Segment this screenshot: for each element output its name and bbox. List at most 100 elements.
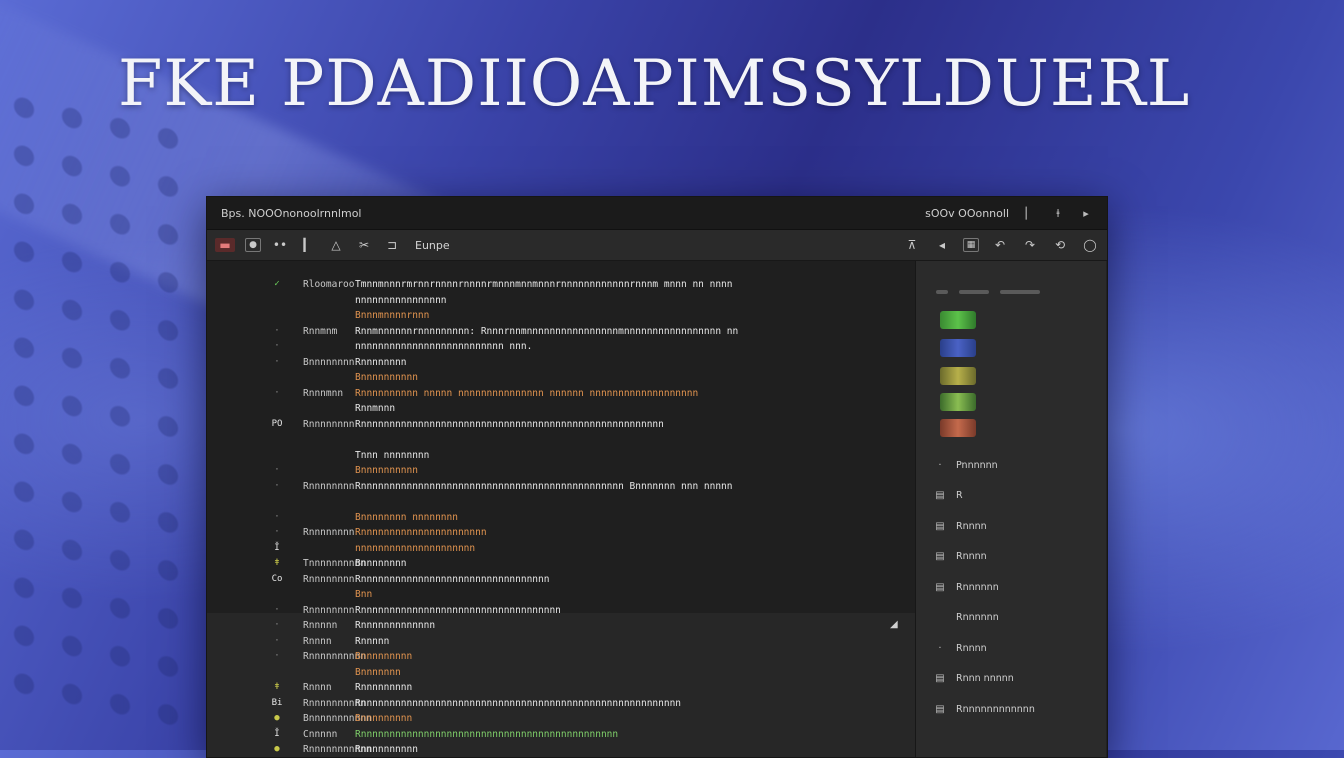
editor-line[interactable]: Bi Rnnnnnnnnnn Rnnnnnnnnnnnnnnnnnnnnnnnnnn… — [207, 698, 915, 712]
sidebar-thumbnail[interactable] — [940, 419, 976, 437]
undo-icon[interactable]: ↶ — [991, 236, 1009, 254]
gutter-marker[interactable]: Ǐ — [269, 543, 285, 553]
editor-line[interactable]: · Rnnnmnn Rnnnnnnnnnn nnnnn nnnnnnnnnnnnnn… — [207, 388, 915, 402]
minimize-icon[interactable]: ▏ — [1023, 206, 1037, 220]
redo-icon[interactable]: ↷ — [1021, 236, 1039, 254]
sidebar-item[interactable]: ▤ Rnnnnnnnnnnnn — [934, 701, 1094, 717]
sidebar-thumbnail[interactable] — [940, 339, 976, 357]
code-text: Rnnnnnnnnnn nnnnn nnnnnnnnnnnnnnn nnnnnn… — [355, 387, 699, 399]
dots-icon[interactable]: •• — [271, 236, 289, 254]
editor-line[interactable]: ● Bnnnnnnnnnnn Bnnnnnnnnn — [207, 713, 915, 727]
editor-line[interactable]: · Bnnnnnnnn Rnnnnnnnn — [207, 357, 915, 371]
editor-line[interactable]: · Rnnnnnnnn Rnnnnnnnnnnnnnnnnnnnnnnnnnnnnn… — [207, 481, 915, 495]
editor-line[interactable]: Ǐ Cnnnnn Rnnnnnnnnnnnnnnnnnnnnnnnnnnnnnnnn… — [207, 729, 915, 743]
gutter-marker[interactable]: · — [269, 636, 285, 646]
sidebar-item[interactable]: ▤ Rnnnn — [934, 549, 1094, 565]
line-label: Bnnnnnnnn — [303, 356, 355, 368]
pin-icon[interactable]: ⱡ — [1051, 206, 1065, 220]
editor-line[interactable]: Bnnnmnnnnrnnn — [207, 310, 915, 324]
sidebar-item[interactable]: ▤ Rnnnnnn — [934, 579, 1094, 595]
editor-line[interactable]: Bnnnnnnn — [207, 667, 915, 681]
editor-line[interactable]: · Bnnnnnnnnnn — [207, 465, 915, 479]
camera-icon[interactable]: ● — [245, 238, 261, 252]
gutter-marker[interactable]: · — [269, 341, 285, 351]
gutter-marker[interactable]: · — [269, 326, 285, 336]
sidebar-thumbnail[interactable] — [940, 367, 976, 385]
editor-line[interactable]: PO Rnnnnnnnn Rnnnnnnnnnnnnnnnnnnnnnnnnnnnn… — [207, 419, 915, 433]
sidebar-thumbnail[interactable] — [940, 393, 976, 411]
code-text: Tnnn nnnnnnnn — [355, 449, 430, 461]
editor-line[interactable] — [207, 496, 915, 510]
sidebar-item[interactable]: ▤ R — [934, 488, 1094, 504]
editor-line[interactable] — [207, 434, 915, 448]
sidebar-header-bar — [959, 289, 990, 294]
tools-icon[interactable]: ✂ — [355, 236, 373, 254]
sidebar-item[interactable]: Rnnnnnn — [934, 610, 1094, 626]
editor-line[interactable]: Bnn — [207, 589, 915, 603]
sidebar-item-icon: ▤ — [935, 551, 945, 562]
editor-line[interactable]: ✓ Rloomaroo Tmnnmnnnrmrnnrnnnnrnnnnrmnnnmn… — [207, 279, 915, 293]
gutter-marker[interactable]: ● — [269, 744, 285, 754]
gutter-marker[interactable]: · — [269, 651, 285, 661]
close-icon[interactable]: ▸ — [1079, 206, 1093, 220]
bracket-icon[interactable]: ⊐ — [383, 236, 401, 254]
editor-line[interactable]: ǂ Tnnnnnnnnnn Bnnnnnnnn — [207, 558, 915, 572]
gutter-marker[interactable]: PO — [269, 419, 285, 429]
editor-line[interactable]: · nnnnnnnnnnnnnnnnnnnnnnnnnn nnn. — [207, 341, 915, 355]
editor-line[interactable]: Rnnmnnn — [207, 403, 915, 417]
editor-line[interactable]: Ǐnnnnnnnnnnnnnnnnnnnnn — [207, 543, 915, 557]
editor-line[interactable]: · Rnnnnnnnn Rnnnnnnnnnnnnnnnnnnnnnn — [207, 527, 915, 541]
line-label: Tnnnnnnnnnn — [303, 558, 366, 569]
triangle-icon[interactable]: △ — [327, 236, 345, 254]
gutter-marker[interactable]: ǂ — [269, 558, 285, 568]
gutter-marker[interactable]: ● — [269, 713, 285, 723]
code-editor[interactable]: ✓ Rloomaroo Tmnnmnnnrmrnnrnnnnrnnnnrmnnnmn… — [207, 261, 915, 757]
sidebar-item[interactable]: ▤ Rnnnn — [934, 518, 1094, 534]
gutter-marker[interactable]: · — [269, 605, 285, 615]
sidebar-header-bar — [936, 289, 948, 294]
code-text: Tmnnmnnnrmrnnrnnnnrnnnnrmnnnmnnmnnnrnnnn… — [355, 279, 733, 290]
sidebar-item[interactable]: · Rnnnn — [934, 640, 1094, 656]
line-label: Rnnnnnnnn — [303, 604, 355, 616]
arrow-icon[interactable]: ◂ — [933, 236, 951, 254]
sidebar-thumbnail[interactable] — [940, 311, 976, 329]
record-icon[interactable]: ▬ — [215, 238, 235, 252]
editor-line[interactable]: · Rnnnnnnnnnn Bnnnnnnnnn — [207, 651, 915, 665]
code-text: Rnnmnnnnnnrnnnnnnnnn: Rnnnrnnmnnnnnnnnnn… — [355, 325, 739, 337]
filter-icon[interactable]: ⊼ — [903, 236, 921, 254]
code-text: Rnnnnn — [355, 635, 390, 647]
sidebar-item[interactable]: · Pnnnnnn — [934, 457, 1094, 473]
toolbar: ▬ ● •• ▎ △ ✂ ⊐ Eunpe ⊼ ◂ ▦ ↶ ↷ ⟲ ◯ — [207, 230, 1107, 261]
search-icon[interactable]: ◯ — [1081, 236, 1099, 254]
gutter-marker[interactable]: ǂ — [269, 682, 285, 692]
editor-line[interactable]: · Rnnnnn Rnnnnnnnnnnnnn — [207, 620, 915, 634]
editor-line[interactable]: nnnnnnnnnnnnnnnn — [207, 295, 915, 309]
editor-line[interactable]: ǂ Rnnnn Rnnnnnnnnn — [207, 682, 915, 696]
toolbar-tab-label[interactable]: Eunpe — [415, 239, 450, 252]
gutter-marker[interactable]: ✓ — [269, 279, 285, 289]
editor-line[interactable]: · Rnnmnm Rnnmnnnnnnrnnnnnnnnn: Rnnnrnnmnnn… — [207, 326, 915, 340]
editor-line[interactable]: Tnnn nnnnnnnn — [207, 450, 915, 464]
grid-icon[interactable]: ▦ — [963, 238, 979, 252]
gutter-marker[interactable]: · — [269, 357, 285, 367]
gutter-marker[interactable]: Bi — [269, 698, 285, 708]
editor-line[interactable]: · Bnnnnnnnn nnnnnnnn — [207, 512, 915, 526]
gutter-marker[interactable]: · — [269, 620, 285, 630]
gutter-marker[interactable]: · — [269, 527, 285, 537]
gutter-marker[interactable]: · — [269, 465, 285, 475]
sidebar-item[interactable]: ▤ Rnnn nnnnn — [934, 671, 1094, 687]
sidebar-item-label: R — [956, 490, 963, 501]
divider-icon: ▎ — [303, 238, 313, 252]
sidebar-item-icon: ▤ — [935, 520, 945, 532]
editor-line[interactable]: ● Rnnnnnnnnnnn Rnnnnnnnnnn — [207, 744, 915, 757]
loop-icon[interactable]: ⟲ — [1051, 236, 1069, 254]
editor-line[interactable]: Bnnnnnnnnnn — [207, 372, 915, 386]
editor-line[interactable]: Co Rnnnnnnnn Rnnnnnnnnnnnnnnnnnnnnnnnnnnnn… — [207, 574, 915, 588]
editor-line[interactable]: · Rnnnn Rnnnnn — [207, 636, 915, 650]
gutter-marker[interactable]: Co — [269, 574, 285, 584]
editor-line[interactable]: · Rnnnnnnnn Rnnnnnnnnnnnnnnnnnnnnnnnnnnnnn… — [207, 605, 915, 619]
gutter-marker[interactable]: Ǐ — [269, 729, 285, 739]
gutter-marker[interactable]: · — [269, 512, 285, 522]
gutter-marker[interactable]: · — [269, 481, 285, 491]
gutter-marker[interactable]: · — [269, 388, 285, 398]
